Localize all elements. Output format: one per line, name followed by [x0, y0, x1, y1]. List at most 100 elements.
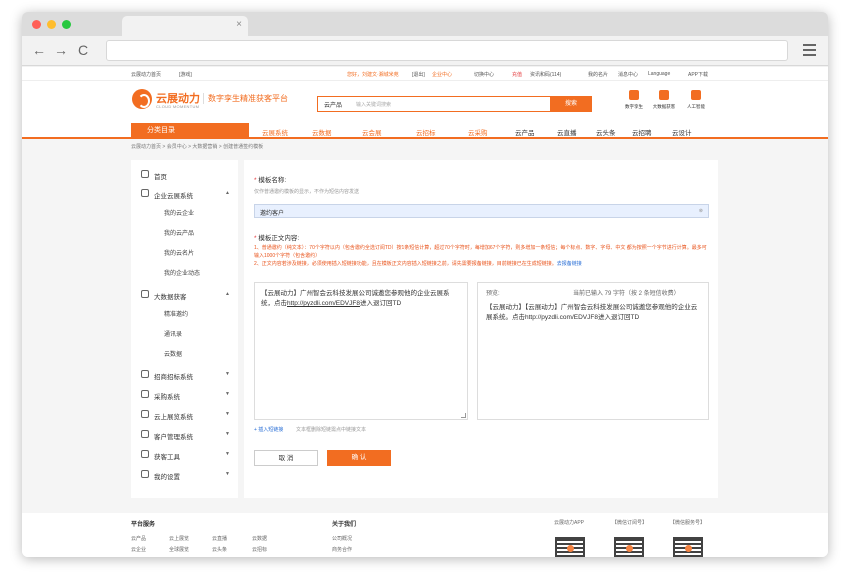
footer-link[interactable]: 全球展览: [169, 546, 189, 553]
browser-tab[interactable]: ×: [122, 16, 248, 36]
rule-1: 1、普通邀约（纯文本）：70个字符以内（包含邀约全选订阅TD）按1条短信计算，超…: [254, 245, 707, 259]
slogan: 数字孪生精准获客平台: [203, 93, 288, 104]
sidebar-item-label: 客户管理系统: [154, 434, 193, 441]
search-box[interactable]: 云产品 输入关键词搜索: [317, 96, 552, 112]
sidebar-subitem[interactable]: 通讯录: [164, 329, 182, 338]
confirm-button[interactable]: 确 认: [327, 450, 391, 466]
nav-item-1[interactable]: 云数据: [312, 127, 332, 137]
user-center-link[interactable]: 企业中心: [432, 71, 452, 78]
sidebar-item-tools[interactable]: 获客工具 ▼: [131, 448, 238, 462]
chevron-down-icon: ▼: [225, 411, 230, 417]
home-link[interactable]: 云展动力首页: [131, 71, 161, 78]
sidebar-item-bigdata[interactable]: 大数据获客 ▲: [131, 288, 238, 302]
business-card-link[interactable]: 我的名片: [588, 71, 608, 78]
preview-panel: 预览: 当前已输入 79 字符（按 2 条短信收费） 【云展动力】【云展动力】广…: [477, 282, 709, 420]
content-editor[interactable]: 【云展动力】广州智会云科技发展公司诚邀您参观他的企业云展系统，点击http://…: [254, 282, 468, 420]
message-center-link[interactable]: 消息中心: [618, 71, 638, 78]
footer-link[interactable]: 云直播: [212, 535, 227, 542]
editor-short-link[interactable]: http://pyzdli.com/EDVJF8: [287, 300, 360, 307]
qr-label-app: 云展动力APP: [554, 520, 585, 526]
chevron-down-icon: ▼: [225, 471, 230, 477]
footer-link[interactable]: 公司概况: [332, 535, 352, 542]
template-name-hint: 仅作普通邀约模板的显示，不作为短信内容发送: [254, 189, 360, 195]
sidebar: 首页 企业云展系统 ▲ 我的云企业 我的云产品 我的云名片 我的企业动态 大数据…: [131, 160, 238, 498]
bigdata-link[interactable]: 大数据获客: [650, 90, 678, 110]
top-utility-bar: 云展动力首页 [游戏] 您好，刘建文·湘城米苑 [退出] 企业中心 切换中心 充…: [22, 67, 828, 81]
language-dropdown[interactable]: Language: [648, 71, 670, 77]
category-menu[interactable]: 分类目录: [131, 123, 249, 139]
sidebar-subitem[interactable]: 精准邀约: [164, 309, 188, 318]
nav-item-2[interactable]: 云会展: [362, 127, 382, 137]
tab-close-icon[interactable]: ×: [236, 19, 242, 30]
search-button[interactable]: 搜索: [550, 96, 592, 112]
sidebar-item-purchase[interactable]: 采购系统 ▼: [131, 388, 238, 402]
footer-link[interactable]: 云数据: [252, 535, 267, 542]
sidebar-item-bidding[interactable]: 招商招标系统 ▼: [131, 368, 238, 382]
bigdata-icon: [659, 90, 669, 100]
users-icon: [141, 430, 149, 438]
nav-item-5[interactable]: 云产品: [515, 127, 535, 137]
nav-item-0[interactable]: 云展系统: [262, 127, 288, 137]
region-link[interactable]: [游戏]: [179, 71, 192, 78]
sidebar-subitem[interactable]: 我的企业动态: [164, 268, 200, 277]
switch-center-link[interactable]: 切换中心: [474, 71, 494, 78]
reload-icon[interactable]: C: [78, 42, 88, 58]
menu-icon[interactable]: [803, 44, 816, 59]
footer-link[interactable]: 云产品: [131, 535, 146, 542]
sidebar-item-label: 首页: [154, 174, 167, 181]
digital-twin-link[interactable]: 数字孪生: [620, 90, 648, 110]
chevron-down-icon: ▼: [225, 391, 230, 397]
address-bar[interactable]: [106, 40, 788, 61]
logout-link[interactable]: [退出]: [412, 71, 425, 78]
chevron-down-icon: ▼: [225, 371, 230, 377]
sidebar-subitem[interactable]: 我的云企业: [164, 208, 194, 217]
footer-link[interactable]: 云招标: [252, 546, 267, 553]
sidebar-item-label: 获客工具: [154, 454, 180, 461]
nav-item-7[interactable]: 云头条: [596, 127, 616, 137]
sidebar-subitem[interactable]: 我的云名片: [164, 248, 194, 257]
minimize-window-button[interactable]: [47, 20, 56, 29]
bidding-icon: [141, 370, 149, 378]
nav-item-6[interactable]: 云直播: [557, 127, 577, 137]
logo-icon[interactable]: [132, 89, 152, 109]
clear-icon[interactable]: ⊗: [699, 208, 703, 214]
forward-icon[interactable]: →: [54, 42, 68, 58]
template-name-input[interactable]: 邀约客户 ⊗: [254, 204, 709, 218]
enterprise-icon: [141, 189, 149, 197]
nav-item-3[interactable]: 云招标: [416, 127, 436, 137]
sidebar-subitem[interactable]: 我的云产品: [164, 228, 194, 237]
sidebar-item-enterprise[interactable]: 企业云展系统 ▲: [131, 187, 238, 201]
web-page: 云展动力首页 [游戏] 您好，刘建文·湘城米苑 [退出] 企业中心 切换中心 充…: [22, 67, 828, 557]
footer-link[interactable]: 云上展览: [169, 535, 189, 542]
recharge-link[interactable]: 充值: [512, 71, 522, 78]
back-icon[interactable]: ←: [32, 42, 46, 58]
nav-item-4[interactable]: 云采购: [468, 127, 488, 137]
consult-link[interactable]: 资讯和码(114): [530, 71, 561, 78]
cancel-button[interactable]: 取 消: [254, 450, 318, 466]
search-input[interactable]: 输入关键词搜索: [356, 101, 391, 108]
footer-link[interactable]: 商务合作: [332, 546, 352, 553]
tools-icon: [141, 450, 149, 458]
sidebar-subitem[interactable]: 云数据: [164, 349, 182, 358]
sidebar-item-cloud-expo[interactable]: 云上展览系统 ▼: [131, 408, 238, 422]
sidebar-item-crm[interactable]: 客户管理系统 ▼: [131, 428, 238, 442]
resize-handle[interactable]: [461, 413, 466, 418]
search-category-select[interactable]: 云产品: [324, 100, 342, 109]
nav-item-9[interactable]: 云设计: [672, 127, 692, 137]
qr-label-subscription: 【微信订阅号】: [612, 520, 648, 526]
footer-link[interactable]: 云头条: [212, 546, 227, 553]
nav-item-8[interactable]: 云招聘: [632, 127, 652, 137]
qr-label-service: 【微信服务号】: [670, 520, 706, 526]
maximize-window-button[interactable]: [62, 20, 71, 29]
report-link[interactable]: 去报备链接: [557, 261, 582, 267]
digital-twin-icon: [629, 90, 639, 100]
app-download-link[interactable]: APP下载: [688, 71, 708, 78]
footer-platform-heading: 平台服务: [131, 522, 156, 528]
sidebar-item-settings[interactable]: 我的设置 ▼: [131, 468, 238, 482]
ai-link[interactable]: 人工智能: [682, 90, 710, 110]
sidebar-item-home[interactable]: 首页: [131, 168, 238, 182]
footer-link[interactable]: 云企业: [131, 546, 146, 553]
sidebar-item-label: 云上展览系统: [154, 414, 193, 421]
insert-link-button[interactable]: + 插入短链接: [254, 426, 283, 433]
close-window-button[interactable]: [32, 20, 41, 29]
